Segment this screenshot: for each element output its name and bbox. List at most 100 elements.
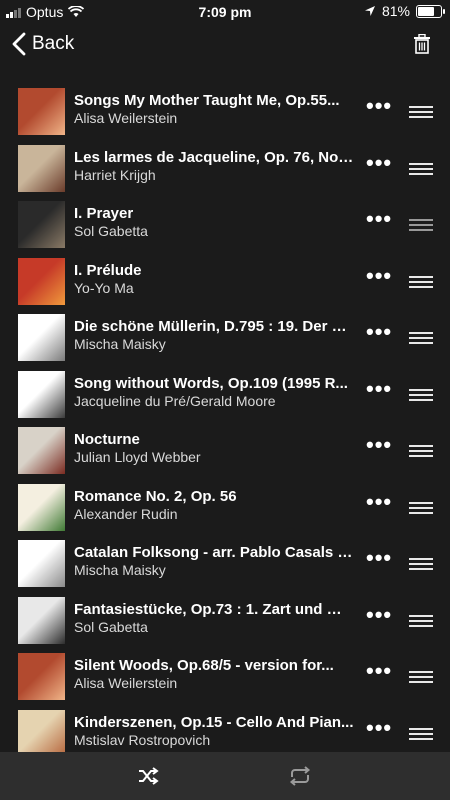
track-title: I. Prélude: [74, 261, 142, 279]
drag-handle-icon[interactable]: [409, 275, 433, 291]
album-art: [18, 653, 65, 700]
drag-handle-icon[interactable]: [409, 671, 433, 686]
album-art: [18, 370, 65, 418]
track-meta: Silent Woods, Op.68/5 - version for... Al…: [74, 657, 354, 692]
track-artist: Yo-Yo Ma: [74, 279, 134, 296]
more-icon[interactable]: •••: [366, 716, 392, 738]
queue-row[interactable]: Les larmes de Jacqueline, Op. 76, No....…: [0, 141, 450, 198]
queue-list[interactable]: Songs My Mother Taught Me, Op.55... Alisa…: [0, 84, 450, 752]
drag-handle-icon[interactable]: [409, 388, 433, 404]
track-title: Song without Words, Op.109 (1995 R...: [74, 374, 348, 392]
track-artist: Harriet Krijgh: [74, 166, 156, 183]
track-meta: I. Prayer Sol Gabetta: [74, 205, 354, 240]
drag-handle-icon[interactable]: [409, 445, 433, 460]
track-artist: Jacqueline du Pré/Gerald Moore: [74, 392, 276, 409]
album-art: [18, 201, 65, 248]
drag-handle-icon[interactable]: [409, 162, 433, 178]
queue-row[interactable]: Kinderszenen, Op.15 - Cello And Pian... M…: [0, 706, 450, 752]
album-art: [18, 314, 65, 361]
track-title: Kinderszenen, Op.15 - Cello And Pian...: [74, 713, 354, 731]
track-meta: Nocturne Julian Lloyd Webber: [74, 431, 354, 466]
track-meta: Songs My Mother Taught Me, Op.55... Alisa…: [74, 92, 354, 127]
battery-fill: [418, 6, 435, 16]
more-icon[interactable]: •••: [366, 660, 392, 682]
track-meta: Catalan Folksong - arr. Pablo Casals (..…: [74, 544, 354, 579]
shuffle-button[interactable]: [137, 765, 159, 792]
track-artist: Mischa Maisky: [74, 562, 166, 578]
drag-handle-icon[interactable]: [409, 558, 433, 573]
album-art: [18, 483, 65, 531]
drag-handle-icon[interactable]: [409, 501, 433, 517]
track-title: Silent Woods, Op.68/5 - version for...: [74, 657, 334, 674]
queue-row[interactable]: Silent Woods, Op.68/5 - version for... Al…: [0, 649, 450, 706]
back-label: Back: [32, 33, 75, 54]
queue-row[interactable]: Songs My Mother Taught Me, Op.55... Alisa…: [0, 84, 450, 141]
track-title: Nocturne: [74, 431, 140, 448]
bottom-toolbar: [0, 752, 450, 800]
status-bar: Optus 7:09 pm 81%: [0, 0, 450, 24]
more-icon[interactable]: •••: [366, 208, 392, 230]
queue-row[interactable]: Nocturne Julian Lloyd Webber •••: [0, 423, 450, 480]
more-icon[interactable]: •••: [366, 547, 392, 569]
drag-handle-icon[interactable]: [409, 332, 433, 347]
drag-handle-icon[interactable]: [409, 219, 433, 234]
album-art: [18, 257, 65, 305]
queue-row[interactable]: I. Prélude Yo-Yo Ma •••: [0, 254, 450, 311]
queue-row[interactable]: I. Prayer Sol Gabetta •••: [0, 197, 450, 254]
track-title: Catalan Folksong - arr. Pablo Casals (..…: [74, 544, 354, 561]
more-icon[interactable]: •••: [366, 603, 392, 625]
location-icon: [364, 6, 375, 16]
track-title: Les larmes de Jacqueline, Op. 76, No....: [74, 148, 354, 166]
queue-row[interactable]: Die schöne Müllerin, D.795 : 19. Der M..…: [0, 310, 450, 367]
more-icon[interactable]: •••: [366, 95, 392, 117]
track-meta: I. Prélude Yo-Yo Ma: [74, 262, 354, 297]
repeat-button[interactable]: [288, 765, 312, 792]
drag-handle-icon[interactable]: [409, 106, 433, 121]
delete-button[interactable]: [414, 33, 430, 59]
more-icon[interactable]: •••: [366, 264, 392, 286]
status-right: 81%: [364, 3, 445, 19]
track-meta: Les larmes de Jacqueline, Op. 76, No....…: [74, 149, 354, 184]
track-meta: Kinderszenen, Op.15 - Cello And Pian... M…: [74, 714, 354, 749]
repeat-icon: [289, 766, 311, 786]
shuffle-icon: [139, 767, 159, 785]
queue-row[interactable]: Catalan Folksong - arr. Pablo Casals (..…: [0, 536, 450, 593]
track-meta: Die schöne Müllerin, D.795 : 19. Der M..…: [74, 318, 354, 353]
album-art: [18, 709, 65, 752]
back-button[interactable]: Back: [12, 32, 74, 56]
track-meta: Romance No. 2, Op. 56 Alexander Rudin: [74, 488, 354, 523]
album-art: [18, 144, 65, 192]
track-artist: Alisa Weilerstein: [74, 110, 178, 126]
chevron-left-icon: [12, 32, 26, 56]
track-title: Romance No. 2, Op. 56: [74, 487, 237, 505]
queue-row[interactable]: Romance No. 2, Op. 56 Alexander Rudin •••: [0, 480, 450, 537]
track-title: Fantasiestücke, Op.73 : 1. Zart und mi..…: [74, 600, 354, 618]
drag-handle-icon[interactable]: [409, 727, 433, 743]
track-artist: Mstislav Rostropovich: [74, 731, 211, 748]
track-title: Die schöne Müllerin, D.795 : 19. Der M..…: [74, 318, 354, 335]
queue-row[interactable]: Song without Words, Op.109 (1995 R... Jac…: [0, 367, 450, 424]
more-icon[interactable]: •••: [366, 434, 392, 456]
track-meta: Song without Words, Op.109 (1995 R... Jac…: [74, 375, 354, 410]
track-title: I. Prayer: [74, 205, 134, 222]
more-icon[interactable]: •••: [366, 490, 392, 512]
drag-handle-icon[interactable]: [409, 614, 433, 630]
track-artist: Julian Lloyd Webber: [74, 449, 201, 465]
album-art: [18, 88, 65, 135]
track-artist: Mischa Maisky: [74, 336, 166, 352]
battery-percent: 81%: [381, 3, 410, 19]
queue-row[interactable]: Fantasiestücke, Op.73 : 1. Zart und mi..…: [0, 593, 450, 650]
track-artist: Alisa Weilerstein: [74, 675, 178, 691]
nav-bar: Back: [0, 24, 450, 72]
battery-icon: [416, 4, 445, 18]
more-icon[interactable]: •••: [366, 377, 392, 399]
track-artist: Sol Gabetta: [74, 618, 148, 635]
more-icon[interactable]: •••: [366, 321, 392, 343]
more-icon[interactable]: •••: [366, 151, 392, 173]
album-art: [18, 427, 65, 474]
album-art: [18, 596, 65, 644]
track-artist: Alexander Rudin: [74, 505, 178, 522]
trash-icon: [414, 33, 430, 54]
album-art: [18, 540, 65, 587]
track-artist: Sol Gabetta: [74, 223, 148, 239]
